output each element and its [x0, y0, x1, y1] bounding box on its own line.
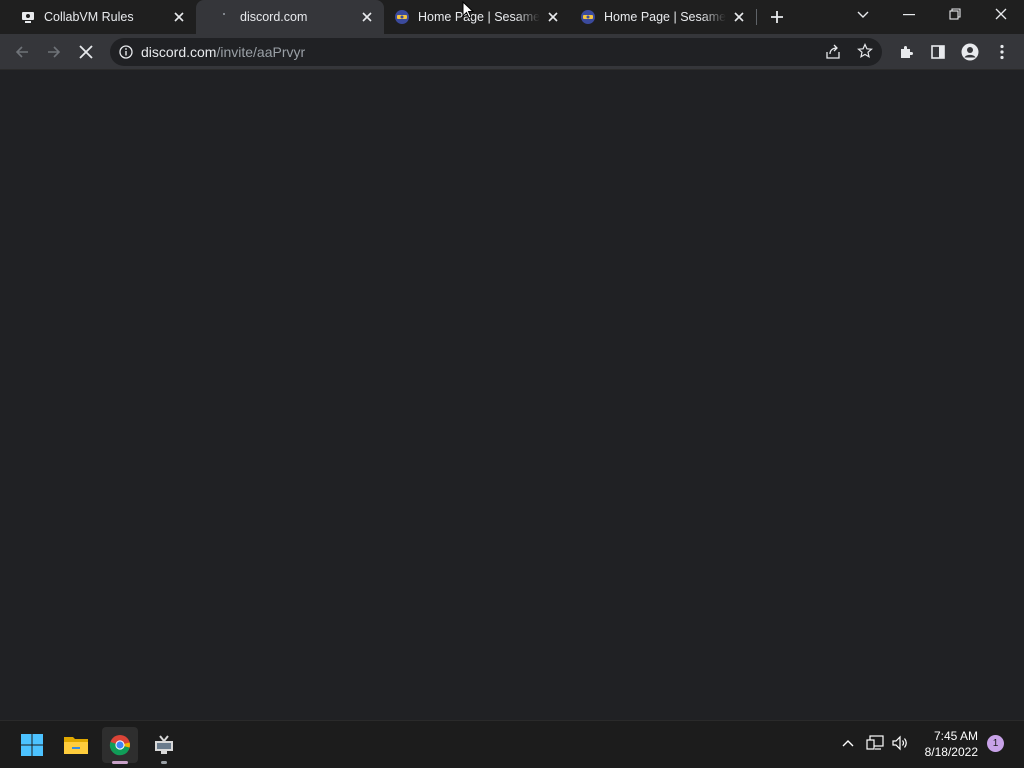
collabvm-icon: [20, 9, 36, 25]
stop-loading-icon[interactable]: [74, 40, 98, 64]
tab-sesame-street-2[interactable]: Home Page | Sesame Street: [570, 0, 756, 34]
url-path: /invite/aaPrvyr: [216, 44, 306, 60]
tab-title: discord.com: [240, 10, 308, 24]
restore-icon[interactable]: [943, 2, 967, 26]
url-text: discord.com/invite/aaPrvyr: [141, 44, 305, 60]
tab-close-icon[interactable]: [172, 10, 186, 24]
tab-title: Home Page | Sesame Street: [604, 10, 726, 24]
tab-close-icon[interactable]: [732, 10, 746, 24]
info-icon[interactable]: [119, 45, 133, 59]
tab-sesame-street-1[interactable]: Home Page | Sesame Street: [384, 0, 570, 34]
notification-badge[interactable]: 1: [987, 735, 1004, 752]
address-bar[interactable]: discord.com/invite/aaPrvyr: [110, 38, 882, 66]
profile-icon[interactable]: [958, 40, 982, 64]
windows-start-icon[interactable]: [14, 727, 50, 763]
sesame-street-icon: [580, 9, 596, 25]
collabvm-app-icon[interactable]: [146, 727, 182, 764]
puzzle-icon[interactable]: [894, 40, 918, 64]
loading-icon: [216, 9, 232, 25]
side-panel-icon[interactable]: [926, 40, 950, 64]
file-explorer-icon[interactable]: [58, 727, 94, 763]
tab-separator: [756, 9, 757, 25]
close-icon[interactable]: [989, 2, 1013, 26]
network-icon[interactable]: [863, 731, 887, 755]
tab-close-icon[interactable]: [360, 10, 374, 24]
page-viewport[interactable]: [0, 71, 1024, 720]
plus-icon[interactable]: [765, 5, 789, 29]
chevron-up-icon[interactable]: [836, 731, 860, 755]
running-app-indicator: [161, 761, 167, 764]
tab-close-icon[interactable]: [546, 10, 560, 24]
forward-arrow-icon[interactable]: [42, 40, 66, 64]
star-icon[interactable]: [857, 43, 873, 59]
sesame-street-icon: [394, 9, 410, 25]
chevron-down-icon[interactable]: [851, 3, 875, 27]
volume-icon[interactable]: [888, 731, 912, 755]
url-host: discord.com: [141, 44, 217, 60]
kebab-menu-icon[interactable]: [990, 40, 1014, 64]
tab-strip: CollabVM Rules discord.com Home Page | S…: [0, 0, 1024, 34]
tab-collabvm-rules[interactable]: CollabVM Rules: [0, 0, 196, 34]
active-app-indicator: [112, 761, 128, 764]
minimize-icon[interactable]: [897, 3, 921, 27]
tab-title: Home Page | Sesame Street: [418, 10, 540, 24]
back-arrow-icon[interactable]: [10, 40, 34, 64]
share-icon[interactable]: [825, 44, 841, 60]
browser-toolbar: discord.com/invite/aaPrvyr: [0, 34, 1024, 70]
chrome-icon[interactable]: [102, 727, 138, 764]
tab-discord[interactable]: discord.com: [196, 0, 384, 34]
clock-time: 7:45 AM: [933, 729, 978, 743]
clock-date: 8/18/2022: [924, 745, 978, 759]
mouse-cursor-icon: [462, 1, 474, 19]
tab-title: CollabVM Rules: [44, 10, 134, 24]
system-clock[interactable]: 7:45 AM 8/18/2022: [912, 728, 978, 760]
taskbar: 7:45 AM 8/18/2022: [0, 720, 1024, 768]
